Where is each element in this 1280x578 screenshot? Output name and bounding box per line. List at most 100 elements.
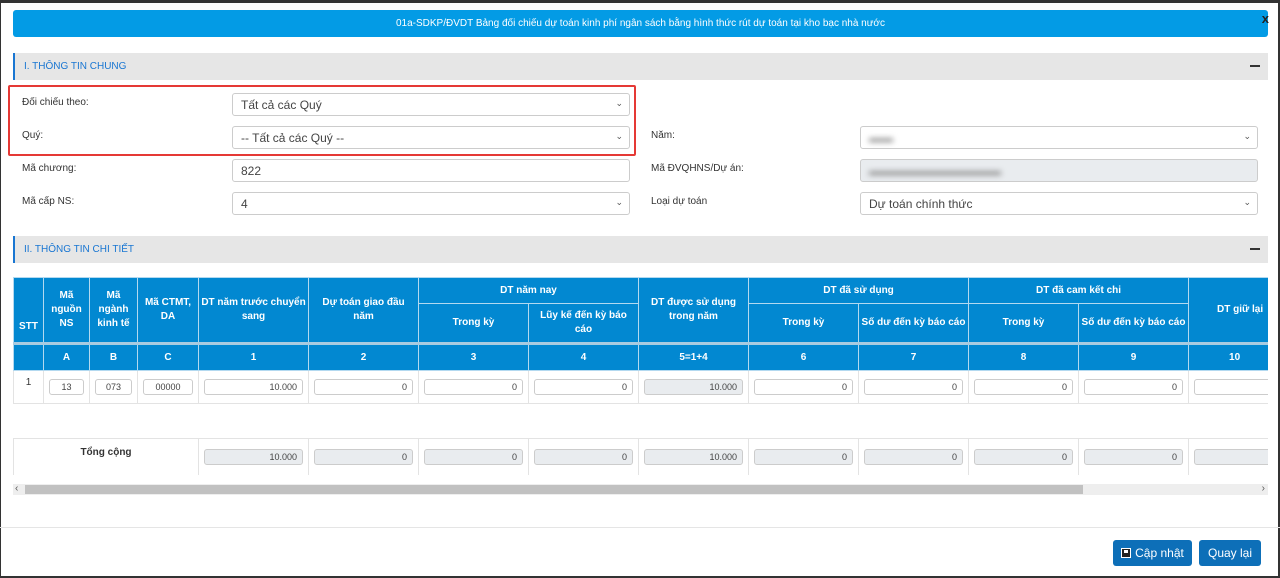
row-stt: 1: [13, 370, 44, 404]
budget-level-select[interactable]: 4 ⌄: [232, 192, 630, 215]
col-number: 9: [1078, 342, 1190, 371]
section-title: I. THÔNG TIN CHUNG: [24, 61, 127, 72]
scroll-right-icon[interactable]: ›: [1262, 483, 1265, 494]
footer-divider: [0, 527, 1280, 528]
col-this-year-cumulative: Lũy kế đến kỳ báo cáo: [528, 303, 639, 344]
update-button[interactable]: Cập nhật: [1113, 540, 1192, 566]
value-input-2[interactable]: 0: [314, 379, 413, 395]
budget-level-label: Mã cấp NS:: [22, 196, 75, 207]
col-number: 10: [1188, 342, 1268, 371]
unit-code-label: Mã ĐVQHNS/Dự án:: [651, 163, 744, 174]
source-code-input[interactable]: 13: [49, 379, 84, 395]
compare-by-label: Đối chiếu theo:: [22, 97, 89, 108]
total-value-3: 0: [424, 449, 523, 465]
col-used-balance: Số dư đến kỳ báo cáo: [857, 303, 970, 344]
col-committed-balance: Số dư đến kỳ báo cáo: [1078, 303, 1190, 344]
col-number: 8: [968, 342, 1080, 371]
col-stt: STT: [13, 277, 44, 344]
col-this-year-period: Trong kỳ: [418, 303, 529, 344]
col-number: B: [89, 342, 138, 371]
total-value-6: 0: [754, 449, 853, 465]
close-icon[interactable]: x: [1262, 11, 1269, 26]
year-select[interactable]: ▬▬ ⌄: [860, 126, 1258, 149]
detail-table: STT Mã nguồn NS Mã ngành kinh tế Mã CTMT…: [13, 277, 1268, 475]
total-value-8: 0: [974, 449, 1074, 465]
value-input-10[interactable]: [1194, 379, 1268, 395]
chevron-down-icon: ⌄: [615, 98, 623, 108]
compare-by-select[interactable]: Tất cả các Quý ⌄: [232, 93, 630, 116]
chapter-code-input[interactable]: 822: [232, 159, 630, 182]
horizontal-scrollbar[interactable]: ‹ ›: [13, 483, 1268, 495]
col-number: 7: [857, 342, 970, 371]
collapse-icon[interactable]: [1250, 65, 1260, 67]
value-input-1[interactable]: 10.000: [204, 379, 303, 395]
value-input-7[interactable]: 0: [864, 379, 964, 395]
empty-row: [13, 403, 1268, 439]
dialog-title: 01a-SDKP/ĐVDT Bảng đối chiếu dự toán kin…: [395, 18, 885, 29]
col-number: [13, 342, 44, 371]
total-label: Tổng cộng: [13, 438, 199, 475]
quarter-label: Quý:: [22, 130, 44, 141]
total-value-2: 0: [314, 449, 413, 465]
update-label: Cập nhật: [1135, 546, 1184, 560]
col-number: C: [137, 342, 199, 371]
program-code-input[interactable]: 00000: [143, 379, 193, 395]
back-label: Quay lại: [1207, 546, 1253, 560]
compare-by-value: Tất cả các Quý: [241, 97, 322, 112]
total-value-5: 10.000: [644, 449, 743, 465]
scrollbar-thumb[interactable]: [25, 485, 1083, 494]
dialog-header: 01a-SDKP/ĐVDT Bảng đối chiếu dự toán kin…: [13, 10, 1269, 37]
unit-code-value-blurred: ▬▬▬▬▬▬▬▬▬▬▬: [869, 163, 1001, 178]
value-input-9[interactable]: 0: [1084, 379, 1184, 395]
value-input-6[interactable]: 0: [754, 379, 853, 395]
estimate-type-label: Loại dự toán: [651, 196, 708, 207]
col-usable: DT được sử dụng trong năm: [638, 277, 749, 344]
section-title: II. THÔNG TIN CHI TIẾT: [24, 244, 135, 255]
quarter-select[interactable]: -- Tất cả các Quý -- ⌄: [232, 126, 630, 149]
col-number: 3: [418, 342, 529, 371]
save-icon: [1121, 548, 1132, 558]
sector-code-input[interactable]: 073: [95, 379, 132, 395]
section-general-header[interactable]: I. THÔNG TIN CHUNG: [13, 53, 1268, 80]
total-value-1: 10.000: [204, 449, 303, 465]
year-label: Năm:: [651, 130, 675, 141]
back-button[interactable]: Quay lại: [1199, 540, 1261, 566]
chapter-code-label: Mã chương:: [22, 163, 77, 174]
value-input-8[interactable]: 0: [974, 379, 1074, 395]
col-number: 5=1+4: [638, 342, 749, 371]
col-initial: Dự toán giao đầu năm: [308, 277, 419, 344]
col-retained: DT giữ lại: [1188, 277, 1268, 344]
total-value-10: [1194, 449, 1268, 465]
col-program: Mã CTMT, DA: [137, 277, 199, 344]
value-readonly-5: 10.000: [644, 379, 743, 395]
total-value-4: 0: [534, 449, 633, 465]
value-input-3[interactable]: 0: [424, 379, 523, 395]
total-value-7: 0: [864, 449, 964, 465]
col-number: 6: [748, 342, 859, 371]
col-group-this-year: DT năm nay: [418, 277, 639, 304]
detail-table-container: STT Mã nguồn NS Mã ngành kinh tế Mã CTMT…: [13, 277, 1268, 475]
collapse-icon[interactable]: [1250, 248, 1260, 250]
col-group-committed: DT đã cam kết chi: [968, 277, 1190, 304]
total-row: Tổng cộng 10.000 0 0 0 10.000 0 0 0 0: [13, 438, 1268, 475]
estimate-type-select[interactable]: Dự toán chính thức ⌄: [860, 192, 1258, 215]
col-number: A: [43, 342, 90, 371]
chevron-down-icon: ⌄: [615, 131, 623, 141]
col-number: 4: [528, 342, 639, 371]
col-source: Mã nguồn NS: [43, 277, 90, 344]
section-detail-header[interactable]: II. THÔNG TIN CHI TIẾT: [13, 236, 1268, 263]
col-sector: Mã ngành kinh tế: [89, 277, 138, 344]
value-input-4[interactable]: 0: [534, 379, 633, 395]
col-number: 1: [198, 342, 309, 371]
unit-code-input: ▬▬▬▬▬▬▬▬▬▬▬: [860, 159, 1258, 182]
chevron-down-icon: ⌄: [1243, 131, 1251, 141]
col-group-used: DT đã sử dụng: [747, 277, 970, 304]
col-number: 2: [308, 342, 419, 371]
year-value-blurred: ▬▬: [869, 130, 893, 145]
chevron-down-icon: ⌄: [615, 197, 623, 207]
scroll-left-icon[interactable]: ‹: [15, 483, 18, 494]
col-used-period: Trong kỳ: [748, 303, 859, 344]
chapter-code-value: 822: [241, 163, 262, 178]
quarter-value: -- Tất cả các Quý --: [241, 130, 345, 145]
total-value-9: 0: [1084, 449, 1184, 465]
